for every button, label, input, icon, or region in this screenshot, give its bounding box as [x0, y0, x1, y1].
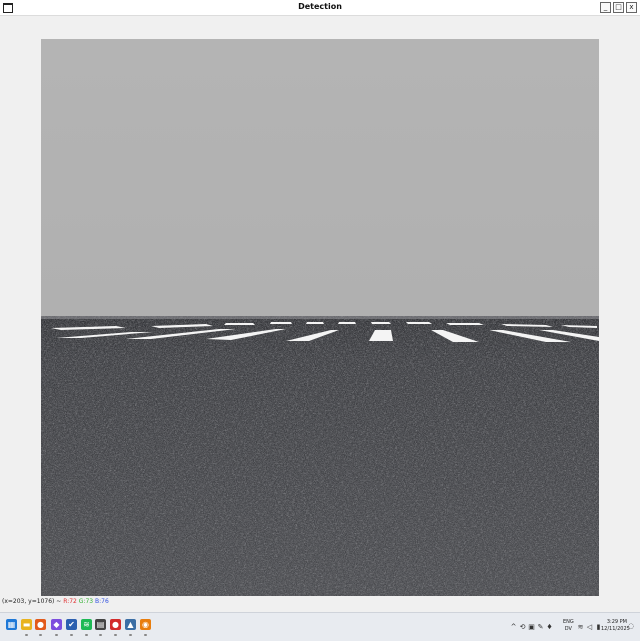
python-app-icon[interactable]: ▲ [125, 619, 136, 630]
blue-value: B:76 [95, 598, 109, 605]
threshold-stripe [406, 322, 432, 324]
tray-app-icon[interactable]: ▣ [528, 623, 535, 631]
wifi-icon: ≋ [577, 623, 584, 631]
input-language[interactable]: ENG DV [563, 619, 574, 633]
clock-date: 12/11/2025 [601, 626, 630, 632]
threshold-stripe [224, 323, 255, 325]
running-indicator [70, 634, 73, 636]
threshold-stripe [338, 322, 356, 324]
image-canvas[interactable] [41, 39, 599, 596]
app-purple-icon[interactable]: ◆ [51, 619, 62, 630]
runway-scene-image [41, 39, 599, 596]
window-controls: _ □ x [600, 2, 637, 13]
running-indicator [85, 634, 88, 636]
taskbar: ▦ ▬ ● ◆ ✔ ≋ ▤ ● ▲ ◉ ^ ⟲ ▣ ✎ ♦ ENG DV ≋ ◁ ▮ 3:29 P… [0, 612, 640, 641]
pen-icon[interactable]: ✎ [537, 623, 544, 631]
window-titlebar[interactable]: Detection _ □ x [0, 0, 640, 16]
green-value: G:73 [78, 598, 94, 605]
show-hidden-icons-icon[interactable]: ^ [510, 623, 517, 631]
sky [41, 39, 599, 318]
asphalt-grain [41, 316, 599, 596]
spotify-icon[interactable]: ≋ [81, 619, 92, 630]
keyboard-layout: DV [564, 626, 572, 632]
microphone-icon[interactable]: ♦ [546, 623, 553, 631]
running-indicator [144, 634, 147, 636]
clock[interactable]: 3:29 PM 12/11/2025 [601, 619, 630, 633]
file-explorer-icon[interactable]: ▬ [21, 619, 32, 630]
close-button[interactable]: x [626, 2, 637, 13]
record-app-icon[interactable]: ● [110, 619, 121, 630]
blender-icon[interactable]: ◉ [140, 619, 151, 630]
running-indicator [129, 634, 132, 636]
cursor-coordinates: (x=203, y=1076) ~ [2, 598, 62, 605]
firefox-icon[interactable]: ● [35, 619, 46, 630]
threshold-stripe [446, 323, 484, 325]
threshold-stripe [270, 322, 292, 324]
maximize-button[interactable]: □ [613, 2, 624, 13]
window-title: Detection [298, 2, 342, 11]
pixel-info-statusbar: (x=203, y=1076) ~ R:72 G:73 B:76 [2, 598, 109, 608]
running-indicator [25, 634, 28, 636]
terminal-icon[interactable]: ▤ [95, 619, 106, 630]
system-indicators[interactable]: ≋ ◁ ▮ [576, 613, 603, 641]
horizon-haze [41, 316, 599, 319]
minimize-button[interactable]: _ [600, 2, 611, 13]
sync-icon[interactable]: ⟲ [519, 623, 526, 631]
running-indicator [39, 634, 42, 636]
checkmark-app-icon[interactable]: ✔ [66, 619, 77, 630]
language-code: ENG [563, 619, 574, 625]
threshold-stripe [306, 322, 324, 324]
red-value: R:72 [63, 598, 77, 605]
clock-time: 3:29 PM [606, 619, 627, 625]
threshold-stripe [371, 322, 391, 324]
running-indicator [55, 634, 58, 636]
running-indicator [99, 634, 102, 636]
windows-start-icon[interactable]: ▦ [6, 619, 17, 630]
system-tray: ^ ⟲ ▣ ✎ ♦ [509, 613, 554, 641]
running-indicator [114, 634, 117, 636]
volume-icon: ◁ [586, 623, 593, 631]
notification-bell-icon[interactable]: ◌ [628, 622, 634, 630]
